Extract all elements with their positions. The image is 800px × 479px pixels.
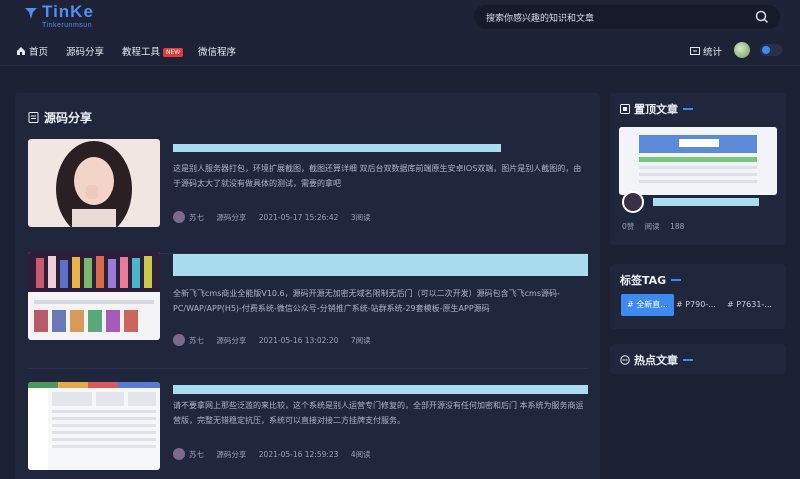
post-title[interactable] bbox=[173, 144, 501, 152]
post-thumbnail-image bbox=[28, 382, 160, 470]
toggle-knob bbox=[762, 46, 770, 54]
post-meta: 苏七 源码分享 2021-05-16 12:59:23 4阅读 bbox=[173, 448, 381, 460]
home-icon bbox=[17, 47, 25, 55]
tag-item[interactable]: # P790-... bbox=[670, 294, 722, 316]
divider bbox=[28, 368, 588, 369]
stats-label: 统计 bbox=[703, 47, 723, 58]
pinned-article-image[interactable] bbox=[619, 127, 777, 195]
main-nav: 首页 源码分享 教程工具 NEW 微信程序 统计 bbox=[0, 36, 800, 66]
post-excerpt: 请不要拿网上那些泛滥的来比较，这个系统是别人运营专门修复的，全部开源没有任何加密… bbox=[173, 401, 584, 425]
tag-item[interactable]: # 全新直... bbox=[621, 294, 674, 316]
pinned-author-avatar[interactable] bbox=[622, 191, 644, 213]
post-category[interactable]: 源码分享 bbox=[216, 450, 246, 459]
author-avatar bbox=[173, 211, 185, 223]
post-category[interactable]: 源码分享 bbox=[216, 213, 246, 222]
nav-label: 教程工具 bbox=[122, 47, 161, 58]
logo-subtext: Tinkerunmsun bbox=[42, 22, 93, 29]
nav-item-wechat[interactable]: 微信程序 bbox=[198, 44, 236, 58]
search-box[interactable]: 搜索你感兴趣的知识和文章 bbox=[474, 5, 780, 29]
post-title[interactable] bbox=[173, 254, 588, 276]
widget-title: 热点文章 bbox=[620, 352, 693, 368]
title-dash bbox=[671, 279, 682, 281]
section-title: 源码分享 bbox=[28, 109, 92, 126]
pinned-meta: 0赞 阅读 188 bbox=[622, 221, 692, 232]
post-date: 2021-05-16 13:02:20 bbox=[258, 336, 339, 345]
section-title-text: 源码分享 bbox=[44, 111, 93, 125]
nav-item-source-share[interactable]: 源码分享 bbox=[66, 44, 104, 58]
post-item[interactable]: 这是别人服务器打包，环境扩展截图，截图还算详细 双后台双数据库前端原生安卓IOS… bbox=[28, 139, 588, 239]
pinned-article-screenshot bbox=[619, 127, 777, 195]
reads-count: 188 bbox=[670, 222, 685, 231]
new-badge: NEW bbox=[163, 48, 184, 57]
pinned-article-title[interactable] bbox=[653, 198, 759, 206]
post-item[interactable]: 全新飞飞cms商业全能版V10.6，源码开源无加密无域名限制无后门（可以二次开发… bbox=[28, 252, 588, 352]
reads-label: 阅读 bbox=[644, 222, 660, 231]
widget-title-text: 置顶文章 bbox=[634, 103, 678, 116]
post-excerpt: 这是别人服务器打包，环境扩展截图，截图还算详细 双后台双数据库前端原生安卓IOS… bbox=[173, 164, 582, 188]
nav-label: 源码分享 bbox=[66, 47, 105, 58]
top-bar: TinKe Tinkerunmsun 搜索你感兴趣的知识和文章 bbox=[0, 0, 800, 36]
author[interactable]: 苏七 bbox=[173, 448, 204, 460]
post-thumbnail[interactable] bbox=[28, 382, 160, 470]
post-thumbnail[interactable] bbox=[28, 252, 160, 340]
post-date: 2021-05-16 12:59:23 bbox=[258, 450, 339, 459]
stats-link[interactable]: 统计 bbox=[690, 44, 722, 58]
search-icon[interactable] bbox=[754, 9, 770, 25]
widget-title-text: 热点文章 bbox=[634, 354, 678, 367]
author[interactable]: 苏七 bbox=[173, 334, 204, 346]
theme-toggle[interactable] bbox=[760, 44, 782, 56]
stats-icon bbox=[690, 47, 700, 55]
post-thumbnail-image bbox=[28, 252, 160, 340]
post-excerpt: 全新飞飞cms商业全能版V10.6，源码开源无加密无域名限制无后门（可以二次开发… bbox=[173, 289, 560, 313]
pinned-articles-widget: 置顶文章 0赞 阅读 188 bbox=[610, 93, 786, 245]
post-thumbnail[interactable] bbox=[28, 139, 160, 227]
logo-text: TinKe bbox=[42, 2, 94, 21]
logo-mark-icon bbox=[25, 8, 37, 19]
tag-list: # 全新直... # P790-... # P7631-... bbox=[610, 286, 786, 326]
tag-item[interactable]: # P7631-... bbox=[721, 294, 778, 316]
author[interactable]: 苏七 bbox=[173, 211, 204, 223]
main-content-card: 源码分享 这是别人服务器打包，环境扩展截图，截图还算详细 双后台双数据库前端原生… bbox=[15, 93, 600, 479]
nav-label: 微信程序 bbox=[198, 47, 237, 58]
tags-widget: 标签TAG # 全新直... # P790-... # P7631-... bbox=[610, 264, 786, 329]
post-category[interactable]: 源码分享 bbox=[216, 336, 246, 345]
document-icon bbox=[28, 112, 39, 123]
post-reads: 3阅读 bbox=[350, 213, 371, 222]
nav-label: 首页 bbox=[29, 47, 49, 58]
author-avatar bbox=[173, 448, 185, 460]
post-meta: 苏七 源码分享 2021-05-16 13:02:20 7阅读 bbox=[173, 334, 381, 346]
post-title[interactable] bbox=[173, 385, 588, 394]
widget-title: 置顶文章 bbox=[620, 101, 693, 117]
post-reads: 7阅读 bbox=[350, 336, 371, 345]
search-input[interactable]: 搜索你感兴趣的知识和文章 bbox=[486, 11, 594, 24]
likes-count[interactable]: 0赞 bbox=[622, 222, 634, 231]
chat-icon bbox=[620, 355, 630, 365]
nav-item-tutorial-tools[interactable]: 教程工具 NEW bbox=[122, 44, 184, 58]
post-item[interactable]: 请不要拿网上那些泛滥的来比较，这个系统是别人运营专门修复的，全部开源没有任何加密… bbox=[28, 382, 588, 479]
post-date: 2021-05-17 15:26:42 bbox=[258, 213, 339, 222]
post-reads: 4阅读 bbox=[350, 450, 371, 459]
nav-item-home[interactable]: 首页 bbox=[16, 44, 48, 58]
author-avatar bbox=[173, 334, 185, 346]
post-meta: 苏七 源码分享 2021-05-17 15:26:42 3阅读 bbox=[173, 211, 381, 223]
post-thumbnail-image bbox=[28, 139, 160, 227]
pin-icon bbox=[620, 104, 630, 114]
title-dash bbox=[683, 359, 693, 361]
site-logo[interactable]: TinKe Tinkerunmsun bbox=[22, 2, 112, 32]
hot-articles-widget: 热点文章 bbox=[610, 344, 786, 374]
user-avatar[interactable] bbox=[734, 42, 750, 58]
title-dash bbox=[683, 108, 693, 110]
